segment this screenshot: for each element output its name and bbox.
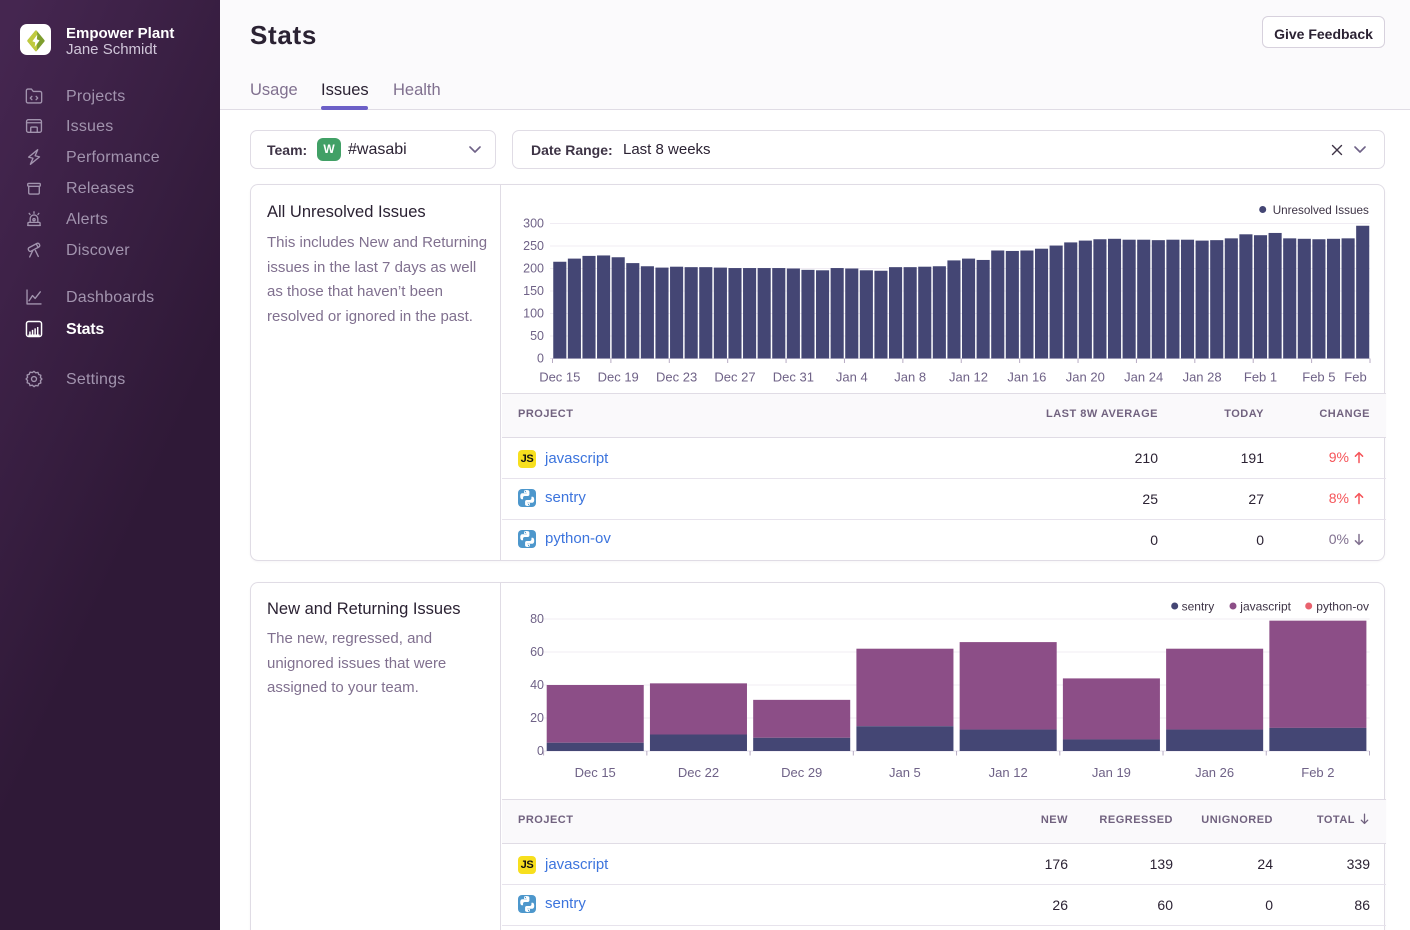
svg-text:Dec 15: Dec 15	[539, 370, 580, 385]
svg-text:sentry: sentry	[1182, 600, 1215, 614]
svg-text:Feb 5: Feb 5	[1302, 370, 1335, 385]
svg-text:Feb 1: Feb 1	[1244, 370, 1277, 385]
svg-text:Jan 20: Jan 20	[1066, 370, 1105, 385]
svg-text:Jan 12: Jan 12	[949, 370, 988, 385]
svg-text:Jan 26: Jan 26	[1195, 765, 1234, 780]
svg-text:40: 40	[530, 678, 544, 692]
svg-text:250: 250	[523, 239, 544, 253]
svg-text:300: 300	[523, 217, 544, 231]
svg-text:150: 150	[523, 284, 544, 298]
svg-text:Dec 29: Dec 29	[781, 765, 822, 780]
svg-text:Jan 28: Jan 28	[1183, 370, 1222, 385]
svg-text:60: 60	[530, 645, 544, 659]
svg-text:20: 20	[530, 711, 544, 725]
svg-text:50: 50	[530, 329, 544, 343]
svg-text:Jan 4: Jan 4	[836, 370, 868, 385]
svg-text:Dec 27: Dec 27	[714, 370, 755, 385]
svg-text:Feb: Feb	[1344, 370, 1366, 385]
svg-text:Jan 24: Jan 24	[1124, 370, 1163, 385]
svg-text:100: 100	[523, 307, 544, 321]
svg-text:0: 0	[537, 744, 544, 758]
svg-text:Feb 2: Feb 2	[1301, 765, 1334, 780]
svg-text:80: 80	[530, 612, 544, 626]
svg-text:python-ov: python-ov	[1316, 600, 1369, 614]
svg-text:Jan 8: Jan 8	[894, 370, 926, 385]
svg-text:Jan 19: Jan 19	[1092, 765, 1131, 780]
svg-text:0: 0	[537, 352, 544, 366]
svg-text:javascript: javascript	[1239, 600, 1291, 614]
svg-text:Dec 15: Dec 15	[575, 765, 616, 780]
svg-text:Dec 31: Dec 31	[773, 370, 814, 385]
svg-text:Jan 5: Jan 5	[889, 765, 921, 780]
svg-text:200: 200	[523, 262, 544, 276]
svg-text:Unresolved Issues: Unresolved Issues	[1273, 204, 1369, 217]
svg-text:Dec 22: Dec 22	[678, 765, 719, 780]
svg-text:Jan 12: Jan 12	[989, 765, 1028, 780]
svg-text:Dec 19: Dec 19	[598, 370, 639, 385]
svg-text:Jan 16: Jan 16	[1007, 370, 1046, 385]
svg-text:Dec 23: Dec 23	[656, 370, 697, 385]
